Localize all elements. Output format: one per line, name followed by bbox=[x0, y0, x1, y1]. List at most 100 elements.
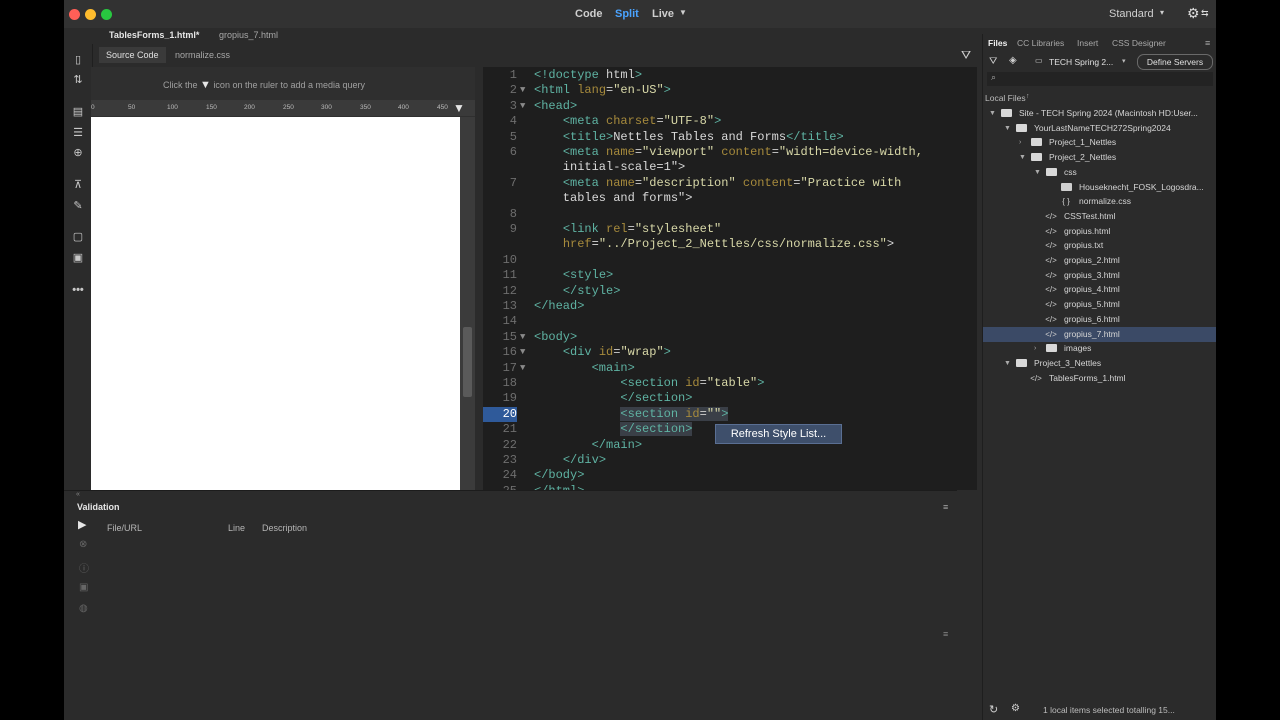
sync-icon[interactable]: ⇆ bbox=[1201, 8, 1209, 19]
tree-item[interactable]: </> gropius_7.html bbox=[983, 326, 1216, 342]
fold-toggle-icon[interactable]: ▼ bbox=[520, 99, 525, 114]
line-number[interactable]: 18 bbox=[483, 376, 517, 391]
info-icon[interactable]: ⓘ bbox=[79, 560, 89, 575]
code-line[interactable]: 3 ▼ <head> bbox=[483, 99, 977, 114]
run-validation-icon[interactable]: ▶ bbox=[78, 518, 86, 531]
fold-toggle-icon[interactable]: ▼ bbox=[520, 83, 525, 98]
cancel-icon[interactable]: ⊗ bbox=[79, 539, 87, 550]
chevron-right-icon[interactable]: › bbox=[1034, 341, 1036, 356]
source-code-tab[interactable]: Source Code bbox=[99, 47, 166, 63]
tree-item[interactable]: ▼ YourLastNameTECH272Spring2024 bbox=[983, 121, 1216, 136]
line-number[interactable]: 12 bbox=[483, 284, 517, 299]
site-settings-icon[interactable]: ⚙ bbox=[1011, 703, 1020, 714]
code-line[interactable]: 6 <meta name="viewport" content="width=d… bbox=[483, 145, 977, 160]
tree-item[interactable]: </> gropius_4.html bbox=[983, 282, 1216, 297]
zoom-window-button[interactable] bbox=[101, 9, 112, 20]
line-number[interactable]: 2 bbox=[483, 83, 517, 98]
tab-cc-libraries[interactable]: CC Libraries bbox=[1017, 38, 1064, 48]
workspace-chevron-icon[interactable]: ▾ bbox=[1160, 8, 1164, 17]
line-number[interactable]: 19 bbox=[483, 391, 517, 406]
line-number[interactable]: 7 bbox=[483, 176, 517, 191]
line-number[interactable]: 5 bbox=[483, 130, 517, 145]
tab-tablesforms[interactable]: TablesForms_1.html* bbox=[109, 30, 199, 40]
tab-gropius-7[interactable]: gropius_7.html bbox=[219, 30, 278, 40]
scrollbar-thumb[interactable] bbox=[463, 327, 472, 397]
tree-item[interactable]: ▼ css bbox=[983, 165, 1216, 180]
brush-icon[interactable]: ✎ bbox=[70, 199, 86, 213]
chevron-down-icon[interactable]: ▼ bbox=[1034, 165, 1041, 180]
line-number[interactable]: 17 bbox=[483, 361, 517, 376]
connect-icon[interactable]: ⛛ bbox=[989, 56, 997, 67]
normalize-css-tab[interactable]: normalize.css bbox=[175, 50, 230, 60]
code-line[interactable]: 23 </div> bbox=[483, 453, 977, 468]
live-view-scrollbar[interactable] bbox=[460, 117, 475, 490]
chevron-down-icon[interactable]: ▼ bbox=[1004, 121, 1011, 136]
code-line[interactable]: 10 bbox=[483, 253, 977, 268]
tree-item[interactable]: </> gropius.html bbox=[983, 224, 1216, 239]
line-number[interactable]: 10 bbox=[483, 253, 517, 268]
validation-title[interactable]: Validation bbox=[77, 502, 120, 512]
more-tools-icon[interactable]: ••• bbox=[70, 283, 86, 297]
tree-item[interactable]: ▼ Site - TECH Spring 2024 (Macintosh HD:U… bbox=[983, 106, 1216, 121]
files-panel-menu-icon[interactable]: ≡ bbox=[1205, 38, 1210, 48]
tree-item[interactable]: </> gropius.txt bbox=[983, 238, 1216, 253]
chevron-right-icon[interactable]: › bbox=[1019, 135, 1021, 150]
sort-arrow-icon[interactable]: ↑ bbox=[1026, 93, 1030, 100]
chevron-down-icon[interactable]: ▼ bbox=[1004, 356, 1011, 371]
line-number[interactable]: 9 bbox=[483, 222, 517, 237]
line-number[interactable]: 8 bbox=[483, 207, 517, 222]
code-line[interactable]: 20 <section id=""> bbox=[483, 406, 977, 422]
code-line[interactable]: 8 bbox=[483, 207, 977, 222]
snippet-icon[interactable]: ▣ bbox=[70, 251, 86, 265]
code-line[interactable]: initial-scale=1"> bbox=[483, 160, 977, 175]
code-line[interactable]: 17 ▼ <main> bbox=[483, 361, 977, 376]
fold-toggle-icon[interactable]: ▼ bbox=[520, 345, 525, 360]
media-query-ruler[interactable]: 0 50 100 150 200 250 300 350 400 450 ▼ bbox=[91, 100, 475, 116]
line-number[interactable]: 13 bbox=[483, 299, 517, 314]
filter-icon[interactable]: ⛛ bbox=[961, 48, 971, 63]
code-line[interactable]: 19 </section> bbox=[483, 391, 977, 406]
code-line[interactable]: 15 ▼ <body> bbox=[483, 330, 977, 345]
tree-item[interactable]: Houseknecht_FOSK_Logosdra... bbox=[983, 180, 1216, 195]
indent-icon[interactable]: ☰ bbox=[70, 126, 86, 140]
tab-css-designer[interactable]: CSS Designer bbox=[1112, 38, 1166, 48]
resize-handle-icon[interactable]: ▼ bbox=[453, 101, 465, 115]
tab-insert[interactable]: Insert bbox=[1077, 38, 1098, 48]
live-dropdown-icon[interactable]: ▼ bbox=[679, 8, 687, 17]
files-search-input[interactable]: ⌕ bbox=[987, 72, 1213, 86]
code-line[interactable]: 5 <title>Nettles Tables and Forms</title… bbox=[483, 130, 977, 145]
line-number[interactable]: 22 bbox=[483, 438, 517, 453]
collapse-panel-icon[interactable]: « bbox=[76, 491, 80, 498]
site-diamond-icon[interactable]: ◈ bbox=[1009, 55, 1017, 66]
line-number[interactable]: 15 bbox=[483, 330, 517, 345]
code-line[interactable]: 13 </head> bbox=[483, 299, 977, 314]
browse-report-icon[interactable]: ◍ bbox=[79, 603, 88, 614]
code-line[interactable]: 9 <link rel="stylesheet" bbox=[483, 222, 977, 237]
fold-toggle-icon[interactable]: ▼ bbox=[520, 361, 525, 376]
tree-item[interactable]: ▼ Project_2_Nettles bbox=[983, 150, 1216, 165]
expand-icon[interactable]: ⊼ bbox=[70, 178, 86, 192]
tree-item[interactable]: › images bbox=[983, 341, 1216, 356]
line-number[interactable]: 3 bbox=[483, 99, 517, 114]
file-management-icon[interactable]: ⇅ bbox=[70, 73, 86, 87]
view-split-button[interactable]: Split bbox=[615, 8, 639, 20]
tree-item[interactable]: </> gropius_2.html bbox=[983, 253, 1216, 268]
tree-item[interactable]: </> TablesForms_1.html bbox=[983, 371, 1216, 386]
code-line[interactable]: 12 </style> bbox=[483, 284, 977, 299]
line-number[interactable]: 21 bbox=[483, 422, 517, 437]
chevron-down-icon[interactable]: ▼ bbox=[1019, 150, 1026, 165]
open-document-icon[interactable]: ▯ bbox=[70, 53, 86, 67]
define-servers-button[interactable]: Define Servers bbox=[1137, 54, 1213, 70]
code-line[interactable]: 14 bbox=[483, 314, 977, 329]
line-number[interactable]: 6 bbox=[483, 145, 517, 160]
tree-item[interactable]: { } normalize.css bbox=[983, 194, 1216, 209]
refresh-style-list-menu-item[interactable]: Refresh Style List... bbox=[715, 424, 842, 444]
minimize-window-button[interactable] bbox=[85, 9, 96, 20]
site-chevron-icon[interactable]: ▾ bbox=[1122, 57, 1126, 65]
view-code-button[interactable]: Code bbox=[575, 8, 603, 20]
column-description[interactable]: Description bbox=[262, 523, 307, 533]
code-line[interactable]: 2 ▼ <html lang="en-US"> bbox=[483, 83, 977, 98]
tree-item[interactable]: </> gropius_3.html bbox=[983, 268, 1216, 283]
local-files-label[interactable]: Local Files bbox=[985, 93, 1026, 103]
live-page-canvas[interactable] bbox=[91, 117, 460, 490]
